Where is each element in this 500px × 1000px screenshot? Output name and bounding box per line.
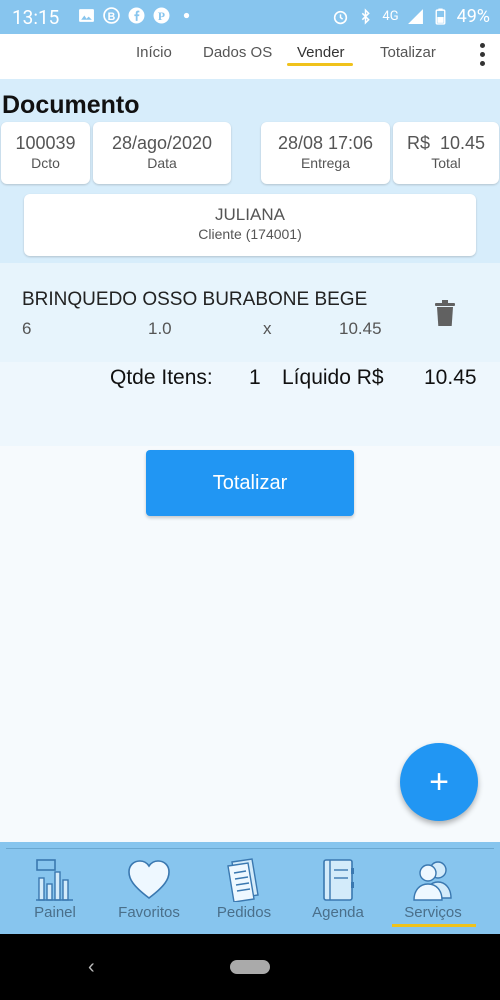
heart-icon <box>128 860 170 900</box>
trash-icon[interactable] <box>434 300 456 327</box>
tab-dados-os[interactable]: Dados OS <box>203 44 272 61</box>
nav-painel[interactable]: Painel <box>10 850 100 921</box>
total-value: R$ 10.45 <box>406 133 486 153</box>
active-nav-indicator <box>392 924 476 927</box>
status-time: 13:15 <box>12 6 60 29</box>
net-total-value: 10.45 <box>424 366 477 389</box>
item-count-label: Qtde Itens: <box>110 366 213 389</box>
client-name: JULIANA <box>215 205 285 224</box>
item-quantity: 6 <box>22 319 32 338</box>
battery-icon <box>435 8 446 25</box>
total-label: Total <box>431 155 461 171</box>
tab-totalizar[interactable]: Totalizar <box>380 44 436 61</box>
bar-chart-icon <box>36 859 73 901</box>
dot-icon <box>183 12 190 19</box>
top-tabs: Início Dados OS Vender Totalizar <box>0 34 500 79</box>
item-name: BRINQUEDO OSSO BURABONE BEGE <box>22 289 368 310</box>
notebook-icon <box>323 859 354 901</box>
system-indicators: 4G 49% <box>332 6 490 27</box>
document-header: Documento 100039 Dcto 28/ago/2020 Data 2… <box>0 79 500 263</box>
net-total-label: Líquido R$ <box>282 366 384 389</box>
facebook-icon <box>128 7 145 24</box>
list-item[interactable]: BRINQUEDO OSSO BURABONE BEGE 6 1.0 x 10.… <box>0 263 500 362</box>
nav-favoritos[interactable]: Favoritos <box>104 850 194 921</box>
battery-level: 49% <box>456 6 490 27</box>
tab-inicio[interactable]: Início <box>136 44 172 61</box>
order-summary: Qtde Itens: 1 Líquido R$ 10.45 <box>0 362 500 446</box>
delivery-card[interactable]: 28/08 17:06 Entrega <box>261 122 390 184</box>
date-label: Data <box>147 155 177 171</box>
document-icon <box>227 858 259 902</box>
back-icon[interactable]: ‹ <box>88 956 95 979</box>
delivery-value: 28/08 17:06 <box>277 133 374 153</box>
dcto-card: 100039 Dcto <box>1 122 90 184</box>
svg-text:P: P <box>158 10 165 23</box>
signal-icon <box>407 9 423 24</box>
tab-vender[interactable]: Vender <box>297 44 345 61</box>
client-label: Cliente (174001) <box>198 226 302 242</box>
nav-servicos[interactable]: Serviços <box>388 850 478 921</box>
bluetooth-icon <box>362 8 371 25</box>
alarm-icon <box>334 10 348 25</box>
nav-pedidos[interactable]: Pedidos <box>199 850 289 921</box>
document-title: Documento <box>2 91 140 119</box>
home-pill[interactable] <box>230 960 270 974</box>
nav-agenda-label: Agenda <box>312 904 364 921</box>
item-count-value: 1 <box>249 366 261 389</box>
system-navigation-bar: ‹ <box>0 934 500 1000</box>
nav-agenda[interactable]: Agenda <box>293 850 383 921</box>
item-unit: 1.0 <box>148 319 172 338</box>
item-multiply: x <box>263 319 272 338</box>
people-icon <box>413 861 452 901</box>
nav-painel-label: Painel <box>34 904 76 921</box>
dcto-label: Dcto <box>31 155 60 171</box>
pinterest-icon: P <box>153 7 170 24</box>
b-badge-icon: B <box>103 7 120 24</box>
nav-favoritos-label: Favoritos <box>118 904 180 921</box>
add-item-button[interactable]: + <box>400 743 478 821</box>
image-icon <box>79 9 94 22</box>
date-card: 28/ago/2020 Data <box>93 122 231 184</box>
client-card[interactable]: JULIANA Cliente (174001) <box>24 194 476 256</box>
bottom-navigation: Painel Favoritos Pedidos Agenda Serviços <box>0 842 500 934</box>
date-value: 28/ago/2020 <box>111 133 213 153</box>
bottom-nav-divider <box>6 848 494 849</box>
notification-icons: B P <box>78 7 195 24</box>
network-type: 4G <box>382 9 399 24</box>
nav-pedidos-label: Pedidos <box>216 904 272 921</box>
active-tab-indicator <box>287 63 353 66</box>
status-bar: 13:15 B P 4G 49% <box>0 0 500 34</box>
nav-servicos-label: Serviços <box>404 904 462 921</box>
item-price: 10.45 <box>339 319 382 338</box>
svg-text:B: B <box>108 11 116 23</box>
total-card: R$ 10.45 Total <box>393 122 499 184</box>
dcto-value: 100039 <box>15 133 76 153</box>
totalize-button[interactable]: Totalizar <box>146 450 354 516</box>
overflow-menu-icon[interactable] <box>480 43 486 70</box>
delivery-label: Entrega <box>300 155 351 171</box>
